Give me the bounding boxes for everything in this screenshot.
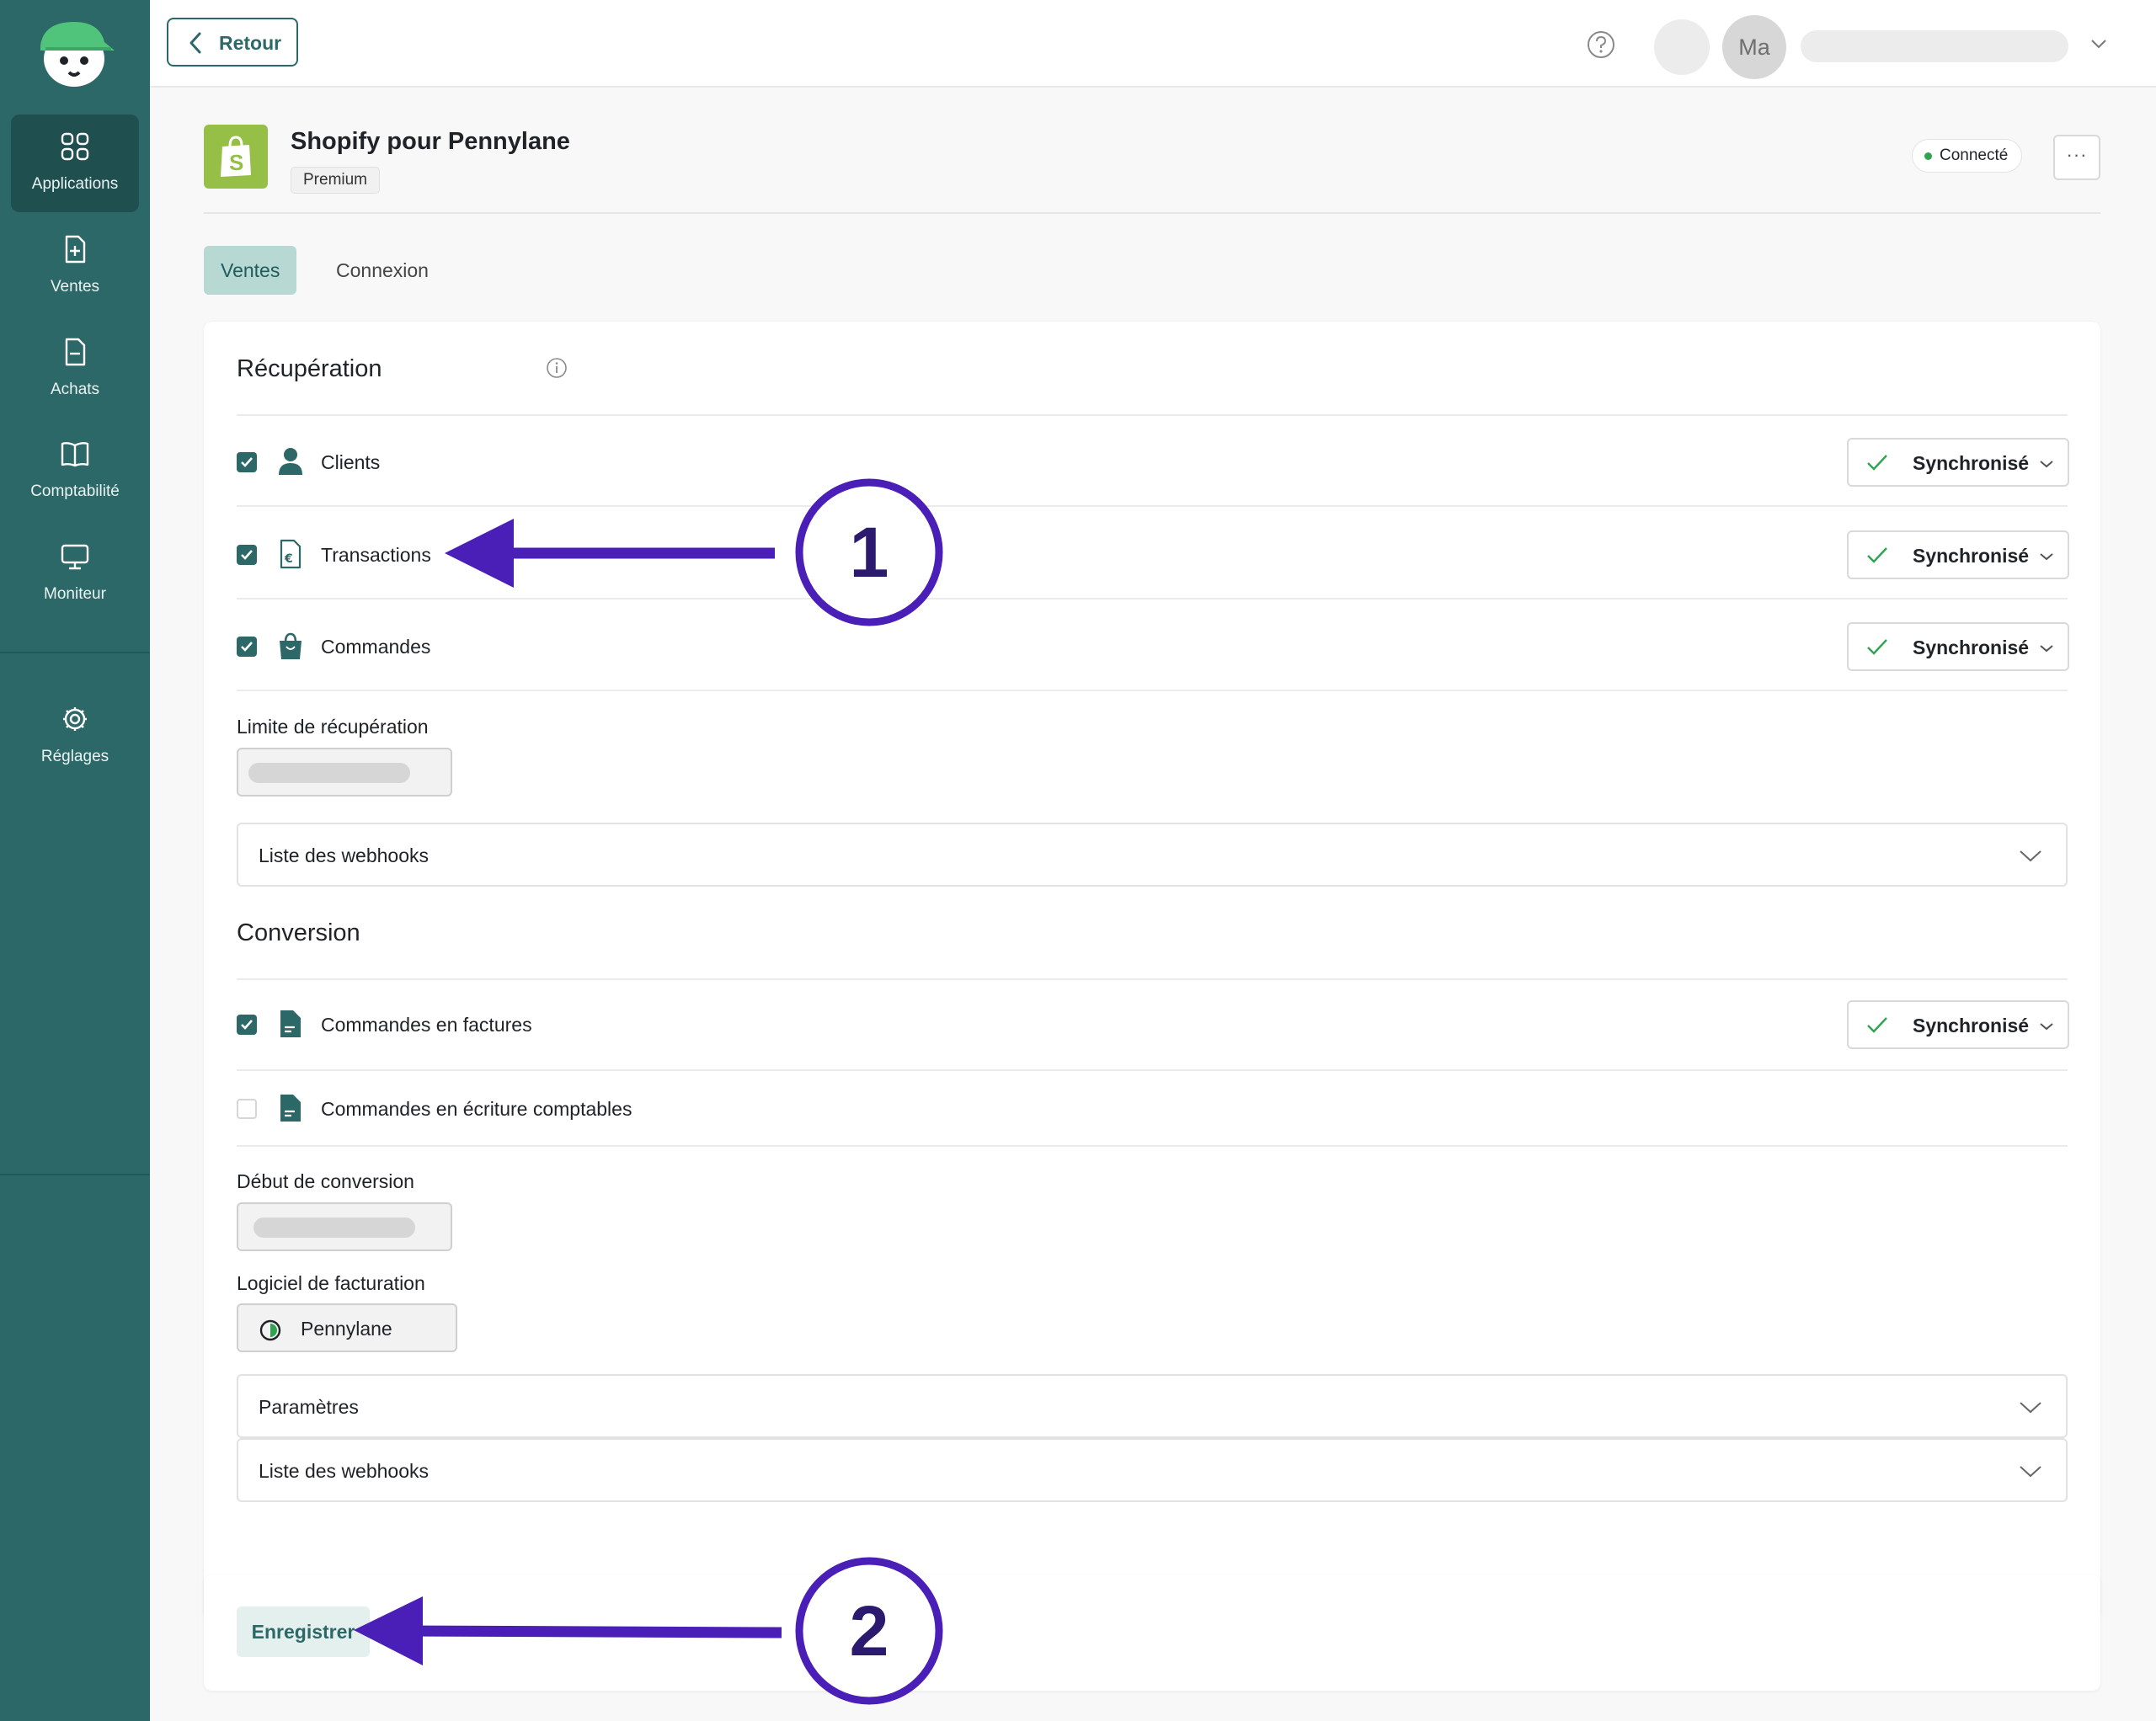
- annotation-arrow-1: [445, 519, 775, 588]
- annotation-arrow-2: [354, 1596, 782, 1665]
- annotation-overlay: 1 2: [354, 478, 943, 1705]
- annotation-number-2: 2: [850, 1591, 889, 1670]
- annotation-number-1: 1: [850, 513, 889, 592]
